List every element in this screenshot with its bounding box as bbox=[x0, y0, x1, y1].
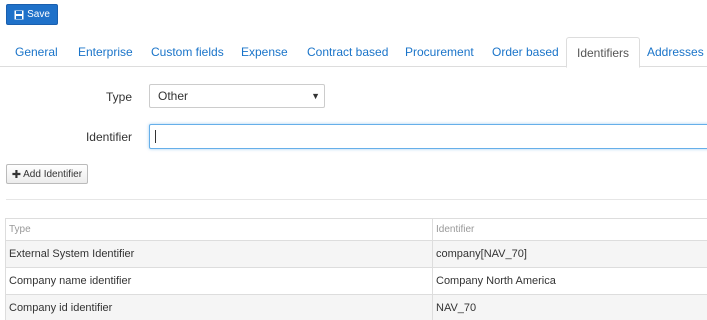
table-header-row: Type Identifier bbox=[5, 218, 707, 241]
identifiers-table: Type Identifier External System Identifi… bbox=[5, 218, 707, 320]
type-label: Type bbox=[105, 90, 132, 104]
type-select[interactable]: Other ▼ bbox=[149, 84, 325, 108]
add-identifier-button[interactable]: ✚ Add Identifier bbox=[6, 164, 88, 184]
save-button-label: Save bbox=[27, 9, 50, 20]
plus-icon: ✚ bbox=[11, 168, 22, 181]
identifier-label: Identifier bbox=[85, 130, 132, 144]
table-row[interactable]: Company id identifier NAV_70 bbox=[5, 294, 707, 320]
add-identifier-label: Add Identifier bbox=[23, 168, 83, 180]
tab-general[interactable]: General bbox=[15, 37, 58, 67]
tab-enterprise[interactable]: Enterprise bbox=[78, 37, 133, 67]
tab-bar: General Enterprise Custom fields Expense… bbox=[0, 37, 707, 68]
table-row[interactable]: External System Identifier company[NAV_7… bbox=[5, 240, 707, 268]
cell-type: Company id identifier bbox=[5, 294, 433, 320]
table-row[interactable]: Company name identifier Company North Am… bbox=[5, 267, 707, 295]
chevron-down-icon: ▼ bbox=[311, 91, 320, 101]
identifier-input[interactable] bbox=[149, 124, 707, 149]
column-header-identifier[interactable]: Identifier bbox=[432, 218, 707, 241]
tab-order-based[interactable]: Order based bbox=[492, 37, 559, 67]
type-select-value: Other bbox=[158, 89, 189, 103]
cell-identifier: company[NAV_70] bbox=[432, 240, 707, 268]
divider bbox=[6, 199, 707, 200]
tab-custom-fields[interactable]: Custom fields bbox=[151, 37, 224, 67]
tab-identifiers[interactable]: Identifiers bbox=[566, 37, 641, 68]
text-cursor bbox=[155, 130, 156, 143]
tab-expense[interactable]: Expense bbox=[241, 37, 288, 67]
cell-type: External System Identifier bbox=[5, 240, 433, 268]
column-header-type[interactable]: Type bbox=[5, 218, 433, 241]
save-button[interactable]: Save bbox=[6, 4, 58, 25]
cell-type: Company name identifier bbox=[5, 267, 433, 295]
save-icon bbox=[14, 10, 24, 19]
tab-procurement[interactable]: Procurement bbox=[405, 37, 474, 67]
tab-addresses[interactable]: Addresses bbox=[647, 37, 704, 67]
cell-identifier: NAV_70 bbox=[432, 294, 707, 320]
tab-contract-based[interactable]: Contract based bbox=[307, 37, 388, 67]
cell-identifier: Company North America bbox=[432, 267, 707, 295]
identifiers-page: Save General Enterprise Custom fields Ex… bbox=[0, 0, 707, 320]
